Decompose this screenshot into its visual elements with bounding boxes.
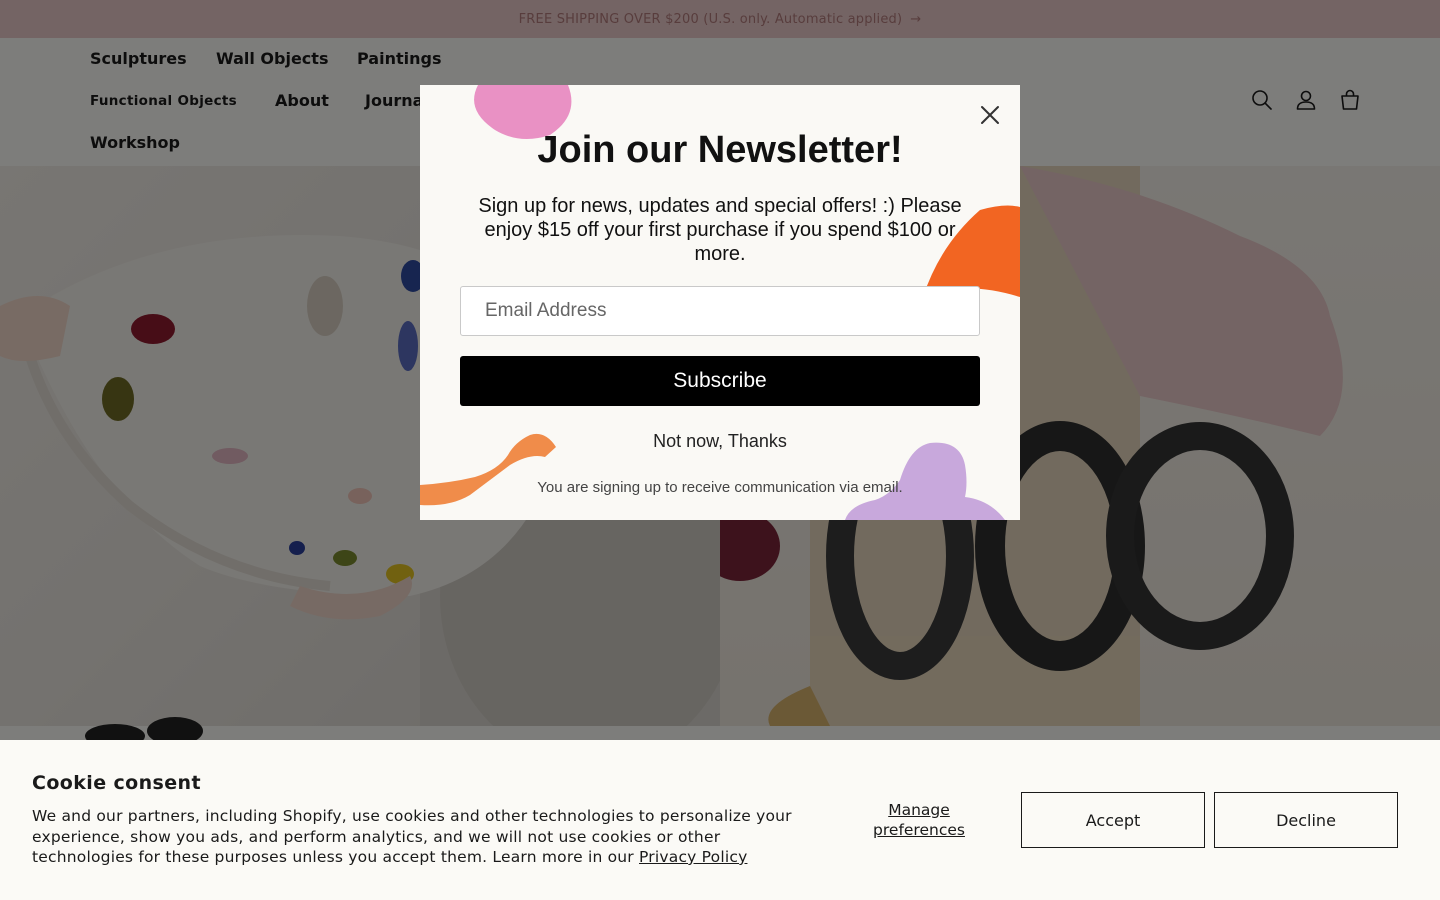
newsletter-description: Sign up for news, updates and special of…	[478, 195, 962, 265]
newsletter-modal: Join our Newsletter! Sign up for news, u…	[420, 85, 1020, 520]
decline-button[interactable]: Decline	[1214, 792, 1398, 848]
not-now-button[interactable]: Not now, Thanks	[420, 431, 1020, 452]
close-icon[interactable]	[978, 103, 1002, 127]
cookie-text: We and our partners, including Shopify, …	[32, 806, 792, 868]
cookie-consent-banner: Cookie consent We and our partners, incl…	[0, 740, 1440, 900]
privacy-policy-link[interactable]: Privacy Policy	[639, 848, 747, 866]
accept-button[interactable]: Accept	[1021, 792, 1205, 848]
cookie-title: Cookie consent	[32, 772, 201, 794]
newsletter-title: Join our Newsletter!	[537, 129, 903, 171]
email-field[interactable]	[460, 286, 980, 336]
subscribe-button[interactable]: Subscribe	[460, 356, 980, 406]
manage-preferences-link[interactable]: Manage preferences	[860, 800, 978, 840]
newsletter-legal-text: You are signing up to receive communicat…	[537, 479, 903, 496]
